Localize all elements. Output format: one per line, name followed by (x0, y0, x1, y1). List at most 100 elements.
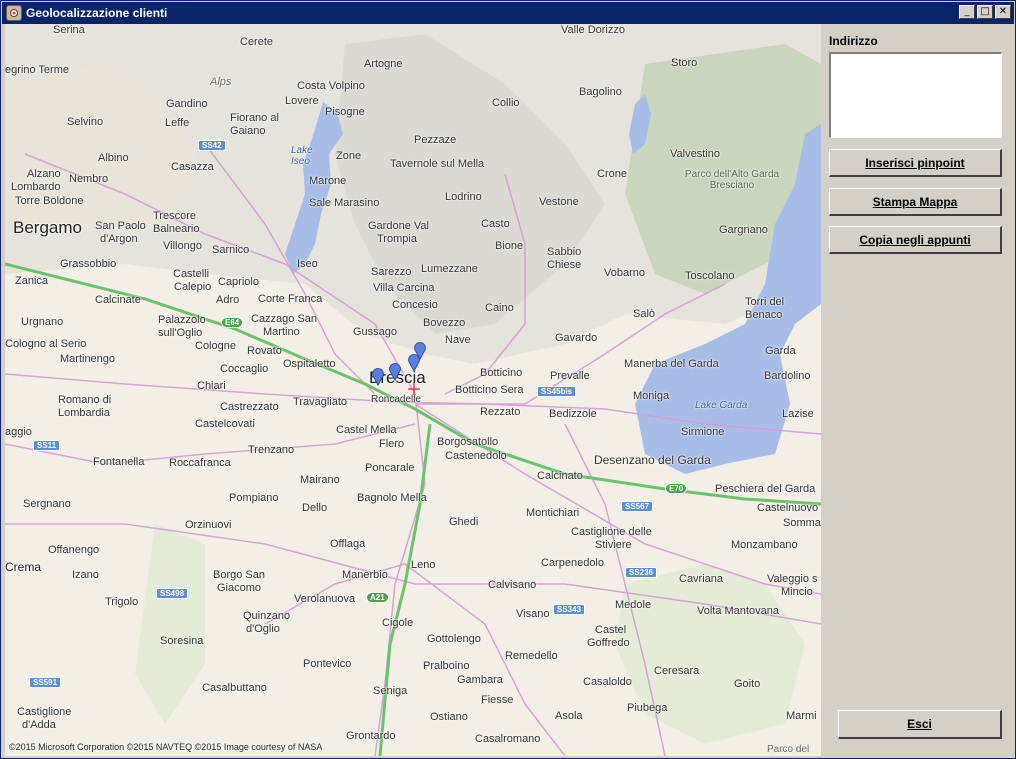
map-label-manerbio: Manerbio (342, 569, 388, 581)
map-label-roncadelle: Roncadelle (371, 394, 422, 405)
map-label-benaco: Benaco (745, 309, 783, 321)
map-label-romano: Romano di (58, 394, 112, 406)
map-label-pompiano: Pompiano (229, 492, 279, 504)
map-label-fiesse: Fiesse (481, 694, 514, 706)
map-label-bardolino: Bardolino (764, 370, 811, 382)
map-label-zanica: Zanica (15, 275, 49, 287)
map-label-sirmione: Sirmione (681, 426, 725, 438)
map-label-cerete: Cerete (240, 36, 274, 48)
map-label-bione: Bione (495, 240, 524, 252)
map-label-trenzano: Trenzano (248, 444, 295, 456)
map-label-toscolano: Toscolano (685, 270, 735, 282)
map-label-gargnano: Gargnano (719, 224, 768, 236)
map-label-calepio: Calepio (174, 281, 212, 293)
pinpoint-icon[interactable] (388, 363, 402, 381)
insert-pinpoint-button[interactable]: Inserisci pinpoint (829, 149, 1002, 177)
map-label-castelli: Castelli (173, 268, 210, 280)
map-label-gaiano: Gaiano (230, 125, 266, 137)
map-label-casalromano: Casalromano (475, 733, 541, 745)
map-label-sarnico: Sarnico (212, 244, 250, 256)
map-label-palazzolo: Palazzolo (158, 314, 206, 326)
pinpoint-icon[interactable] (371, 368, 385, 386)
road-shield-e70: E70 (665, 483, 688, 494)
map-label-medole: Medole (615, 599, 652, 611)
map-label-borgosatollo: Borgosatollo (437, 436, 499, 448)
map-label-sergnano: Sergnano (23, 498, 71, 510)
map-label-gussago: Gussago (353, 326, 398, 338)
map-label-lombardo: Lombardo (11, 181, 61, 193)
map-label-izano: Izano (72, 569, 99, 581)
map-label-sale-marasino: Sale Marasino (309, 197, 380, 209)
map-label-peschiera: Peschiera del Garda (715, 483, 816, 495)
map-label-castenedolo: Castenedolo (445, 450, 507, 462)
map-label-roccafranca: Roccafranca (169, 457, 231, 469)
map-label-moniga: Moniga (633, 390, 670, 402)
map-label-d-adda: d'Adda (22, 719, 56, 731)
map-label-pontevico: Pontevico (303, 658, 352, 670)
road-shield-ss11: SS11 (33, 440, 61, 451)
copy-clipboard-button[interactable]: Copia negli appunti (829, 226, 1002, 254)
map-label-poncarale: Poncarale (365, 462, 415, 474)
map-label-d-oglio: d'Oglio (246, 623, 280, 635)
map-label-collio: Collio (492, 97, 520, 109)
map-label-sull-oglio: sull'Oglio (158, 327, 203, 339)
map-label-gambara: Gambara (457, 674, 503, 686)
close-button[interactable]: ✕ (995, 5, 1011, 19)
map-label-castelcovati: Castelcovati (195, 418, 255, 430)
map-label-verolanuova: Verolanuova (294, 593, 356, 605)
map-label-coccaglio: Coccaglio (220, 363, 269, 375)
print-map-button[interactable]: Stampa Mappa (829, 188, 1002, 216)
map-label-vobarno: Vobarno (604, 267, 645, 279)
map-label-nave: Nave (445, 334, 471, 346)
crosshair-icon (408, 383, 420, 395)
map-label-nembro: Nembro (69, 173, 109, 185)
map-label-montichiari: Montichiari (526, 507, 580, 519)
map-label-zone: Zone (336, 150, 362, 162)
map-label-selvino: Selvino (67, 116, 104, 128)
map-label-calvisano: Calvisano (488, 579, 537, 591)
map-label-bergamo: Bergamo (13, 218, 82, 237)
map-label-visano: Visano (516, 608, 550, 620)
map-label-chiari: Chiari (197, 380, 226, 392)
exit-button[interactable]: Esci (838, 710, 1002, 739)
map-label-adro: Adro (216, 294, 240, 306)
road-shield-ss45bis: SS45bis (537, 386, 577, 397)
map-label-casaloldo: Casaloldo (583, 676, 632, 688)
map-label-garda: Garda (765, 345, 796, 357)
address-field[interactable] (829, 52, 1002, 138)
map-label-valvestino: Valvestino (670, 148, 720, 160)
map-label-serina: Serina (53, 24, 85, 36)
road-shield-a21: A21 (366, 592, 389, 603)
map-label-leffe: Leffe (165, 117, 190, 129)
pinpoint-icon[interactable] (413, 342, 427, 360)
road-shield-ss343: SS343 (553, 604, 586, 615)
map-label-carpenedolo: Carpenedolo (541, 557, 604, 569)
map-label-artogne: Artogne (364, 58, 403, 70)
title-bar[interactable]: Geolocalizzazione clienti _ □ ✕ (2, 2, 1014, 24)
maximize-button[interactable]: □ (977, 5, 993, 19)
map-label-grassobbio: Grassobbio (60, 258, 117, 270)
map-label-ostiano: Ostiano (430, 711, 468, 723)
map-label-gavardo: Gavardo (555, 332, 598, 344)
map-label-villa-carcina: Villa Carcina (373, 282, 435, 294)
map-label-monzambano: Monzambano (731, 539, 798, 551)
map-label-offlaga: Offlaga (330, 538, 366, 550)
minimize-button[interactable]: _ (959, 5, 975, 19)
map-label-fontanella: Fontanella (93, 456, 145, 468)
map-label-gardone: Gardone Val (368, 220, 429, 232)
address-label: Indirizzo (829, 34, 878, 48)
map-view[interactable]: Serina Cerete Artogne Valle Dorizzo Stor… (5, 24, 821, 756)
map-label-botticino-sera: Botticino Sera (455, 384, 524, 396)
map-label-remedello: Remedello (505, 650, 558, 662)
map-label-lumezzane: Lumezzane (421, 263, 478, 275)
road-shield-ss42: SS42 (198, 140, 226, 151)
map-label-lazise: Lazise (782, 408, 814, 420)
map-label-egrino-terme: egrino Terme (5, 64, 69, 76)
road-shield-ss567: SS567 (621, 501, 654, 512)
map-label-casto: Casto (481, 218, 510, 230)
map-label-goito: Goito (734, 678, 761, 690)
map-label-mincio: Mincio (781, 586, 813, 598)
main-window: Geolocalizzazione clienti _ □ ✕ Serina C… (0, 0, 1016, 759)
map-label-asola: Asola (555, 710, 583, 722)
map-label-gandino: Gandino (166, 98, 208, 110)
